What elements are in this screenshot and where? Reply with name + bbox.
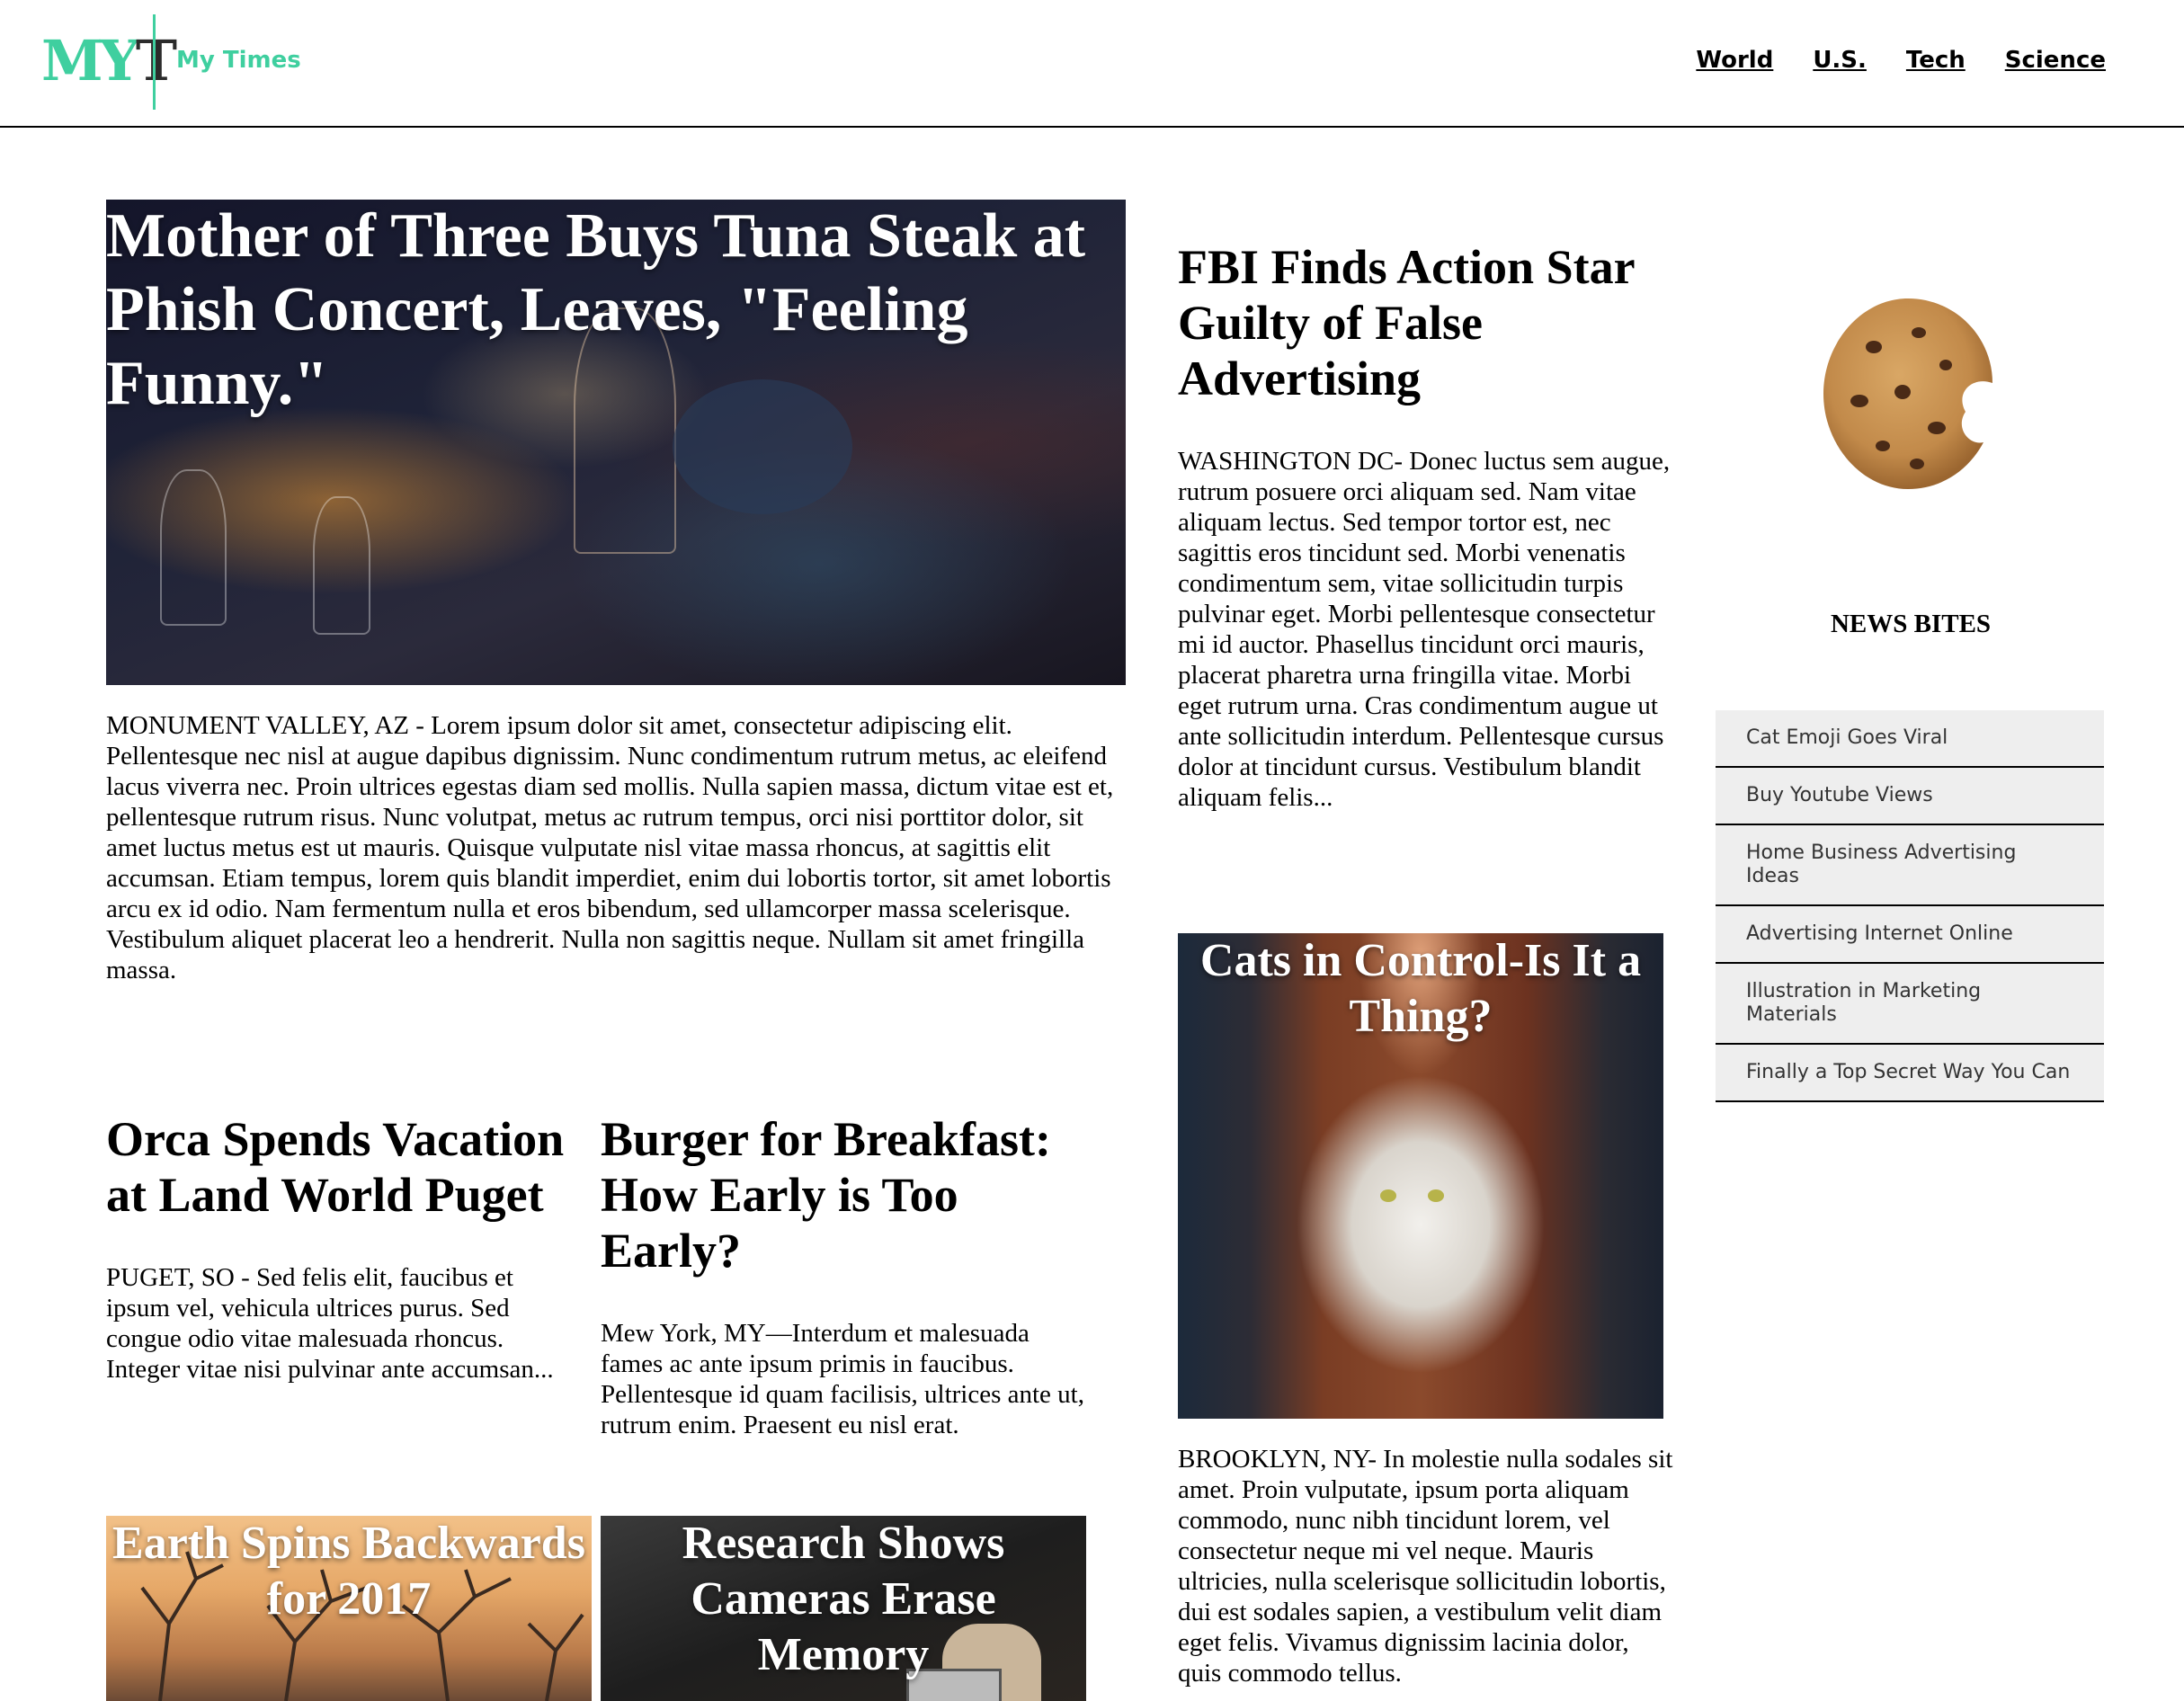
news-bite-item[interactable]: Home Business Advertising Ideas (1716, 825, 2104, 906)
burger-title[interactable]: Burger for Breakfast: How Early is Too E… (601, 1111, 1104, 1278)
news-bite-item[interactable]: Finally a Top Secret Way You Can (1716, 1045, 2104, 1102)
nav-us[interactable]: U.S. (1813, 47, 1867, 74)
fbi-body: WASHINGTON DC- Donec luctus sem augue, r… (1178, 447, 1671, 812)
glass-shape (313, 496, 370, 635)
cookie-icon (1823, 298, 1992, 489)
news-bites-list: Cat Emoji Goes Viral Buy Youtube Views H… (1716, 710, 2104, 1102)
main-nav: World U.S. Tech Science (1696, 47, 2106, 74)
earth-title: Earth Spins Backwards for 2017 (112, 1518, 585, 1625)
feature-title[interactable]: Mother of Three Buys Tuna Steak at Phish… (106, 200, 1126, 421)
news-bite-item[interactable]: Advertising Internet Online (1716, 906, 2104, 964)
news-bites-title: NEWS BITES (1830, 610, 1992, 638)
burger-body: Mew York, MY—Interdum et malesuada fames… (601, 1319, 1084, 1439)
research-image[interactable]: Research Shows Cameras Erase Memory (601, 1516, 1086, 1701)
orca-body: PUGET, SO - Sed felis elit, faucibus et … (106, 1263, 554, 1384)
cat-eye (1380, 1189, 1396, 1202)
feature-body: MONUMENT VALLEY, AZ - Lorem ipsum dolor … (106, 711, 1114, 984)
nav-tech[interactable]: Tech (1906, 47, 1966, 74)
nav-world[interactable]: World (1696, 47, 1773, 74)
cats-body: BROOKLYN, NY- In molestie nulla sodales … (1178, 1445, 1673, 1688)
feature-image[interactable]: Mother of Three Buys Tuna Steak at Phish… (106, 200, 1126, 685)
logo-my: MY (41, 28, 139, 94)
news-bite-item[interactable]: Illustration in Marketing Materials (1716, 964, 2104, 1045)
cats-title: Cats in Control-Is It a Thing? (1199, 935, 1642, 1042)
orca-title[interactable]: Orca Spends Vacation at Land World Puget (106, 1111, 574, 1223)
site-logo[interactable]: MYT (41, 28, 177, 94)
site-name[interactable]: My Times (176, 47, 301, 74)
glass-shape (160, 469, 227, 626)
site-header: MYT My Times World U.S. Tech Science (0, 0, 2184, 128)
fbi-title[interactable]: FBI Finds Action Star Guilty of False Ad… (1178, 239, 1681, 406)
cats-image[interactable]: Cats in Control-Is It a Thing? (1178, 933, 1663, 1419)
news-bite-item[interactable]: Buy Youtube Views (1716, 768, 2104, 825)
cat-eye (1428, 1189, 1444, 1202)
news-bite-item[interactable]: Cat Emoji Goes Viral (1716, 710, 2104, 768)
logo-divider (153, 14, 156, 110)
research-title: Research Shows Cameras Erase Memory (682, 1518, 1005, 1680)
earth-image[interactable]: Earth Spins Backwards for 2017 (106, 1516, 592, 1701)
nav-science[interactable]: Science (2005, 47, 2106, 74)
